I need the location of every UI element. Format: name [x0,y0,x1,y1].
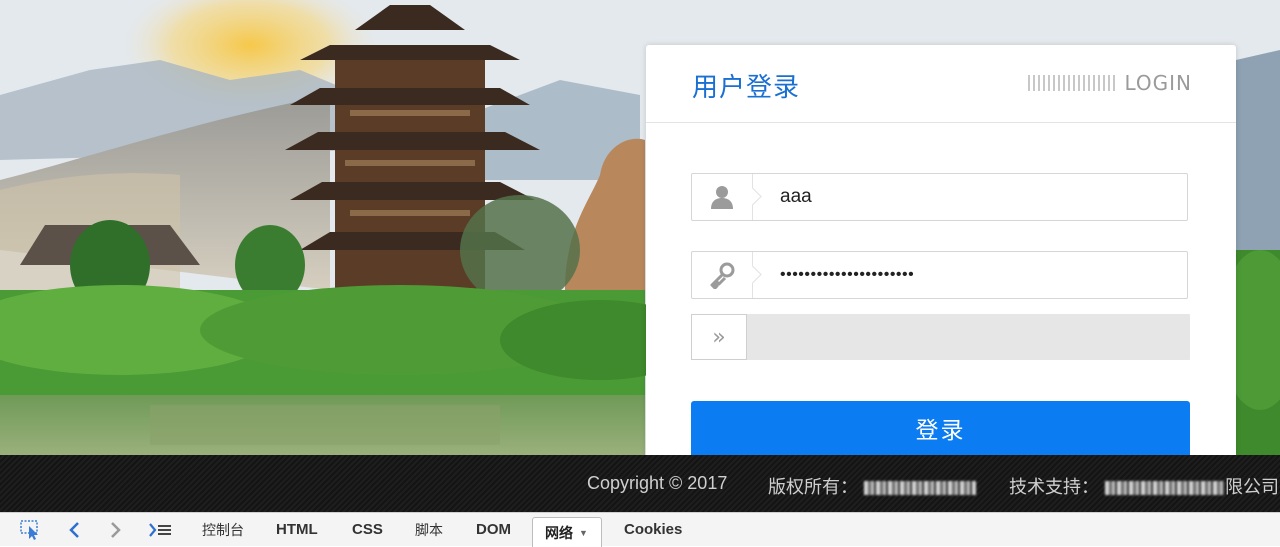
inspect-icon[interactable] [20,513,42,546]
login-title: 用户登录 [692,72,801,102]
tab-css[interactable]: CSS [352,513,383,546]
password-field[interactable]: •••••••••••••••••••••• [691,251,1188,299]
copyright-text: Copyright © 2017 [587,473,728,493]
tab-network-label: 网络 [545,524,573,541]
tab-network[interactable]: 网络 ▼ [532,517,602,547]
support-info: 技术支持： 限公司 [1009,473,1279,499]
username-value: aaa [780,186,812,207]
tab-script[interactable]: 脚本 [415,513,443,546]
support-label: 技术支持： [1009,477,1099,497]
tab-cookies[interactable]: Cookies [624,513,682,546]
login-mark-stripes [1028,75,1119,91]
double-chevron-icon: » [712,324,726,350]
support-name-redacted [1105,481,1225,496]
dropdown-caret-icon[interactable]: ▼ [579,528,588,538]
owner-label: 版权所有： [768,477,858,497]
page-footer: Copyright © 2017 版权所有： 技术支持： 限公司 [0,455,1280,512]
command-line-icon[interactable] [148,513,172,546]
password-value: •••••••••••••••••••••• [780,266,915,283]
login-card: 用户登录 LOGIN aaa •••••••••••••••••••••• » … [646,45,1236,455]
tab-console[interactable]: 控制台 [202,513,244,546]
slide-verify-handle[interactable]: » [691,314,747,360]
login-button[interactable]: 登录 [691,401,1190,455]
slide-verify-track: » [691,314,1190,360]
login-mark: LOGIN [1028,71,1192,95]
tab-dom[interactable]: DOM [476,513,511,546]
devtools-toolbar: 控制台 HTML CSS 脚本 DOM 网络 ▼ Cookies [0,512,1280,547]
user-icon [692,174,753,220]
tab-html[interactable]: HTML [276,513,318,546]
owner-name-redacted [864,481,976,496]
forward-icon[interactable] [110,513,122,546]
login-card-header: 用户登录 LOGIN [646,45,1236,123]
key-icon [692,252,753,298]
owner-info: 版权所有： [768,473,976,499]
support-tail: 限公司 [1225,477,1279,497]
login-mark-text: LOGIN [1124,71,1192,95]
back-icon[interactable] [68,513,80,546]
username-field[interactable]: aaa [691,173,1188,221]
